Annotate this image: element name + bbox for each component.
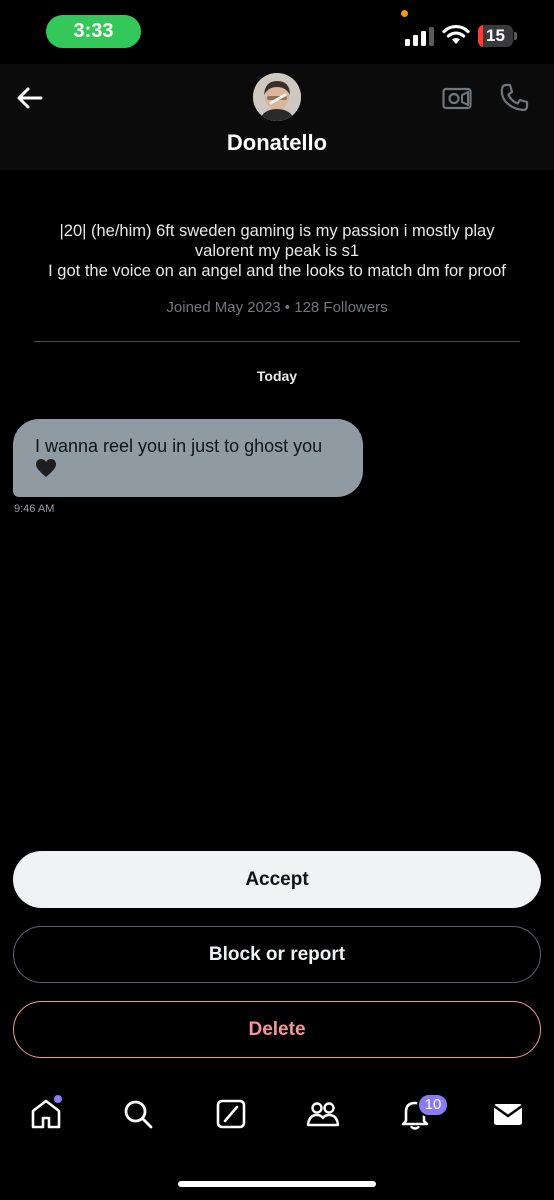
notifications-badge: 10 xyxy=(417,1093,449,1117)
block-or-report-button[interactable]: Block or report xyxy=(13,926,541,983)
bio-line: I got the voice on an angel and the look… xyxy=(48,262,506,280)
message-text: I wanna reel you in just to ghost you xyxy=(35,436,323,456)
day-separator: Today xyxy=(256,368,298,384)
phone-icon[interactable] xyxy=(497,81,531,115)
bio-line: valorent my peak is s1 xyxy=(194,242,360,260)
contact-name[interactable]: Donatello xyxy=(0,130,554,156)
message-bubble[interactable]: I wanna reel you in just to ghost you xyxy=(13,419,363,497)
profile-bio: |20| (he/him) 6ft sweden gaming is my pa… xyxy=(20,221,534,281)
video-camera-icon[interactable] xyxy=(441,82,473,114)
grok-icon[interactable] xyxy=(213,1096,249,1132)
accept-button[interactable]: Accept xyxy=(13,851,541,908)
message-timestamp: 9:46 AM xyxy=(14,503,55,515)
battery-indicator: 15 xyxy=(478,25,518,47)
status-time[interactable]: 3:33 xyxy=(46,15,141,48)
cellular-signal-icon xyxy=(405,27,434,46)
battery-level-text: 15 xyxy=(486,26,505,45)
bio-line: |20| (he/him) 6ft sweden gaming is my pa… xyxy=(59,222,495,240)
conversation-header: Donatello xyxy=(0,64,554,170)
privacy-indicator-dot xyxy=(401,10,408,17)
divider xyxy=(34,341,520,342)
status-bar: 3:33 15 xyxy=(0,0,554,64)
search-icon[interactable] xyxy=(120,1096,156,1132)
delete-button[interactable]: Delete xyxy=(13,1001,541,1058)
home-new-indicator xyxy=(54,1095,62,1103)
messages-icon[interactable] xyxy=(490,1096,526,1132)
avatar[interactable] xyxy=(253,73,301,121)
arrow-left-icon[interactable] xyxy=(14,82,46,114)
home-indicator[interactable] xyxy=(178,1181,376,1187)
joined-followers-text[interactable]: Joined May 2023 • 128 Followers xyxy=(0,299,554,316)
black-heart-icon xyxy=(36,459,56,477)
wifi-icon xyxy=(442,24,470,44)
communities-icon[interactable] xyxy=(305,1096,341,1132)
bottom-navigation xyxy=(0,1088,554,1148)
